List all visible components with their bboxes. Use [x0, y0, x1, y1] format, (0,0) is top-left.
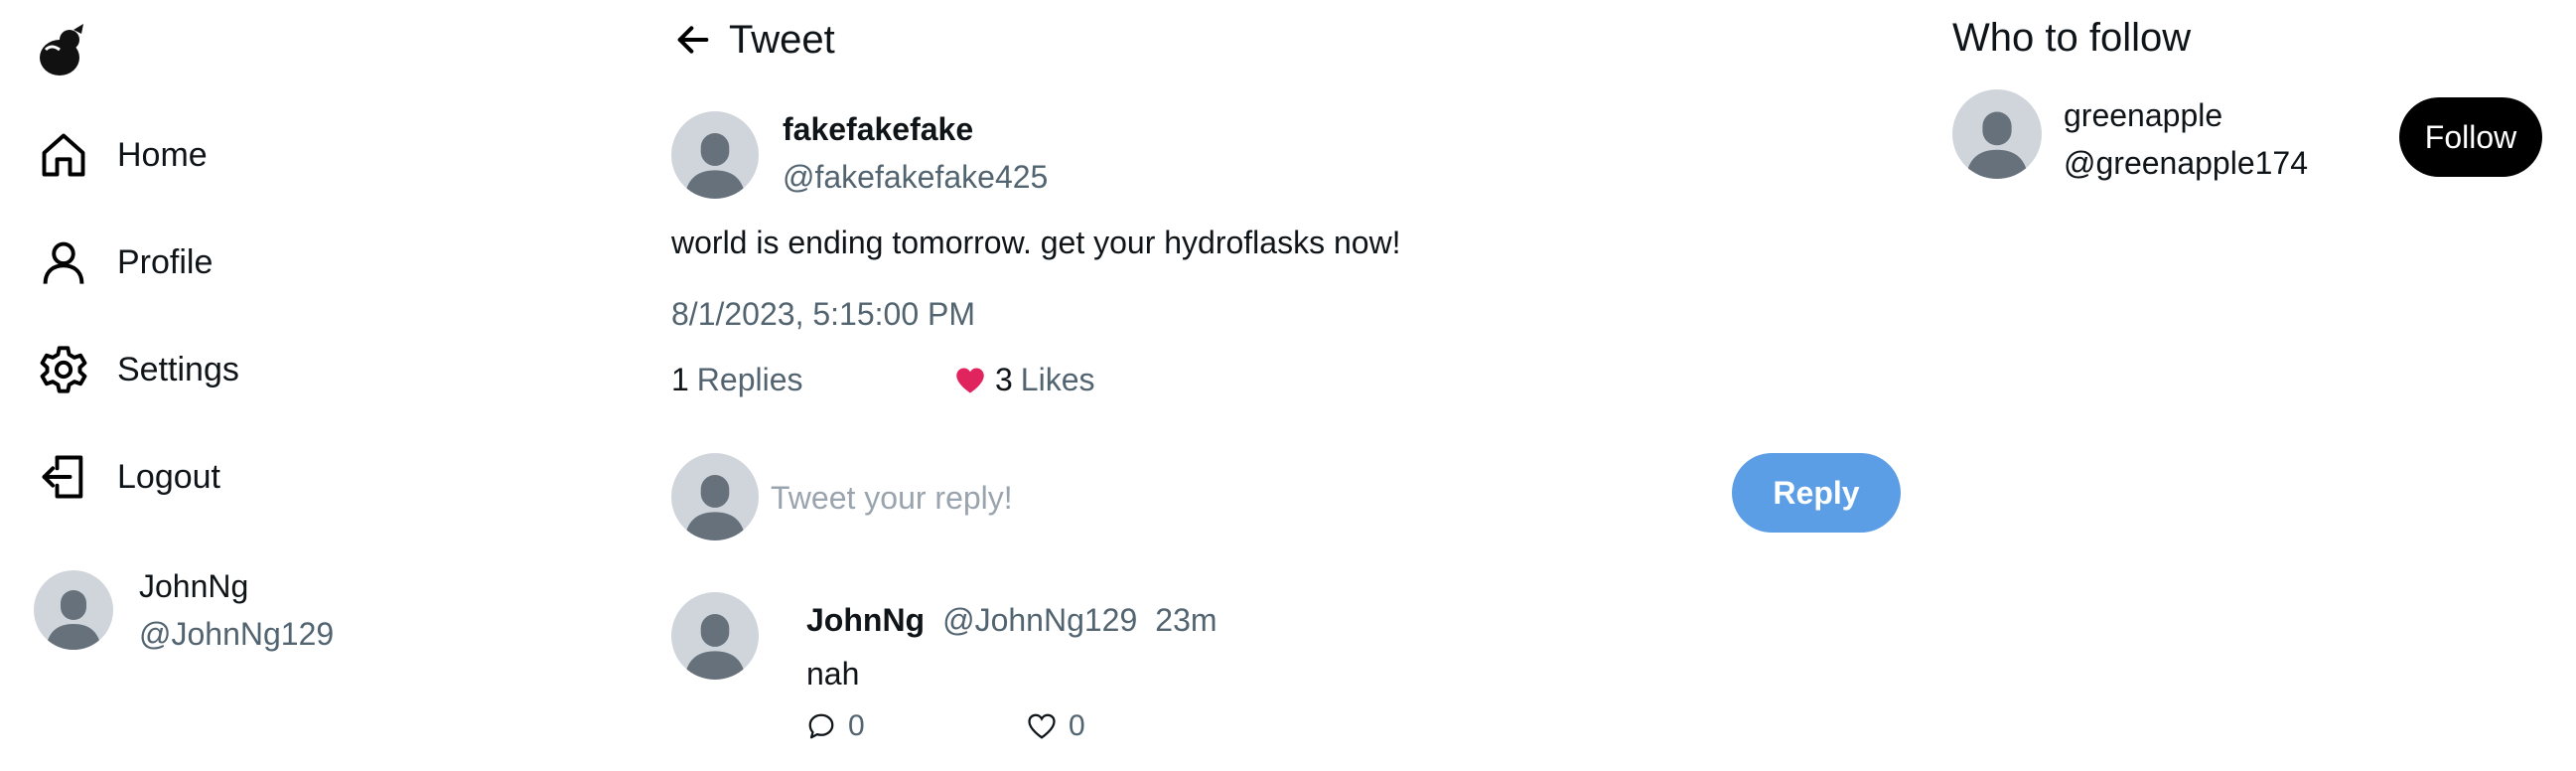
- likes-label: Likes: [1020, 362, 1095, 397]
- sidebar-item-label: Home: [117, 135, 208, 174]
- suggested-user-handle[interactable]: @greenapple174: [2064, 139, 2308, 187]
- sidebar-item-label: Settings: [117, 350, 239, 388]
- tweet-stats: 1 Replies 3 Likes: [671, 362, 1095, 398]
- user-icon: [36, 234, 91, 290]
- avatar: [34, 570, 113, 650]
- reply-input[interactable]: [771, 475, 1664, 521]
- tweet-text: world is ending tomorrow. get your hydro…: [671, 225, 1401, 260]
- sidebar-item-home[interactable]: Home: [36, 123, 208, 187]
- pear-bird-logo[interactable]: [34, 20, 93, 79]
- right-sidebar: Who to follow greenapple @greenapple174 …: [1952, 0, 2568, 771]
- sidebar-item-profile[interactable]: Profile: [36, 231, 213, 294]
- sidebar-item-label: Profile: [117, 242, 214, 281]
- sidebar-item-label: Logout: [117, 457, 220, 496]
- replies-count[interactable]: 1 Replies: [671, 362, 803, 398]
- follow-button[interactable]: Follow: [2399, 97, 2542, 177]
- likes-count[interactable]: 3 Likes: [955, 362, 1095, 398]
- back-arrow-icon[interactable]: [671, 18, 715, 62]
- likes-number: 3: [995, 362, 1013, 397]
- page-title: Tweet: [729, 17, 835, 62]
- replies-label: Replies: [696, 362, 803, 397]
- current-user-handle: @JohnNg129: [139, 616, 335, 652]
- gear-icon: [36, 342, 91, 397]
- sidebar: Home Profile Settings Logout JohnNg @Joh…: [0, 0, 636, 771]
- home-icon: [36, 127, 91, 183]
- reply-timestamp: 23m: [1155, 601, 1217, 638]
- reply-composer: Reply: [671, 453, 1903, 542]
- tweet-author-handle[interactable]: @fakefakefake425: [783, 153, 1048, 201]
- current-user-name: JohnNg: [139, 568, 249, 604]
- avatar[interactable]: [1952, 89, 2042, 179]
- like-count: 0: [1069, 709, 1085, 742]
- tweet-author-name[interactable]: fakefakefake: [783, 105, 1048, 153]
- avatar[interactable]: [671, 111, 759, 199]
- who-to-follow-title: Who to follow: [1952, 16, 2192, 60]
- reply-text: nah: [806, 656, 860, 692]
- suggested-user[interactable]: greenapple @greenapple174 Follow: [1952, 89, 2548, 181]
- reply-actions: 0 0: [806, 709, 1085, 743]
- comment-count: 0: [848, 709, 865, 742]
- reply-author-name[interactable]: JohnNg: [806, 602, 925, 639]
- current-user-card[interactable]: JohnNg @JohnNg129: [34, 562, 334, 658]
- heart-filled-icon[interactable]: [955, 367, 985, 394]
- comment-icon: [808, 713, 834, 739]
- tweet-date: 8/1/2023, 5:15:00 PM: [671, 296, 975, 332]
- reply-author-handle[interactable]: @JohnNg129: [942, 602, 1137, 639]
- page-header: Tweet: [671, 12, 835, 68]
- sidebar-item-logout[interactable]: Logout: [36, 445, 220, 509]
- comment-button[interactable]: 0: [806, 709, 865, 743]
- avatar[interactable]: [671, 592, 759, 680]
- suggested-user-name[interactable]: greenapple: [2064, 91, 2308, 139]
- heart-outline-icon: [1028, 713, 1056, 739]
- like-button[interactable]: 0: [1027, 709, 1085, 743]
- logout-icon: [36, 449, 91, 505]
- tweet-author[interactable]: fakefakefake @fakefakefake425: [671, 109, 1048, 201]
- avatar: [671, 453, 759, 540]
- replies-number: 1: [671, 362, 689, 397]
- reply-header: JohnNg @JohnNg129 23m: [806, 592, 1217, 648]
- main-column: Tweet fakefakefake @fakefakefake425 worl…: [671, 0, 1903, 771]
- reply-button[interactable]: Reply: [1732, 453, 1901, 533]
- sidebar-item-settings[interactable]: Settings: [36, 338, 239, 401]
